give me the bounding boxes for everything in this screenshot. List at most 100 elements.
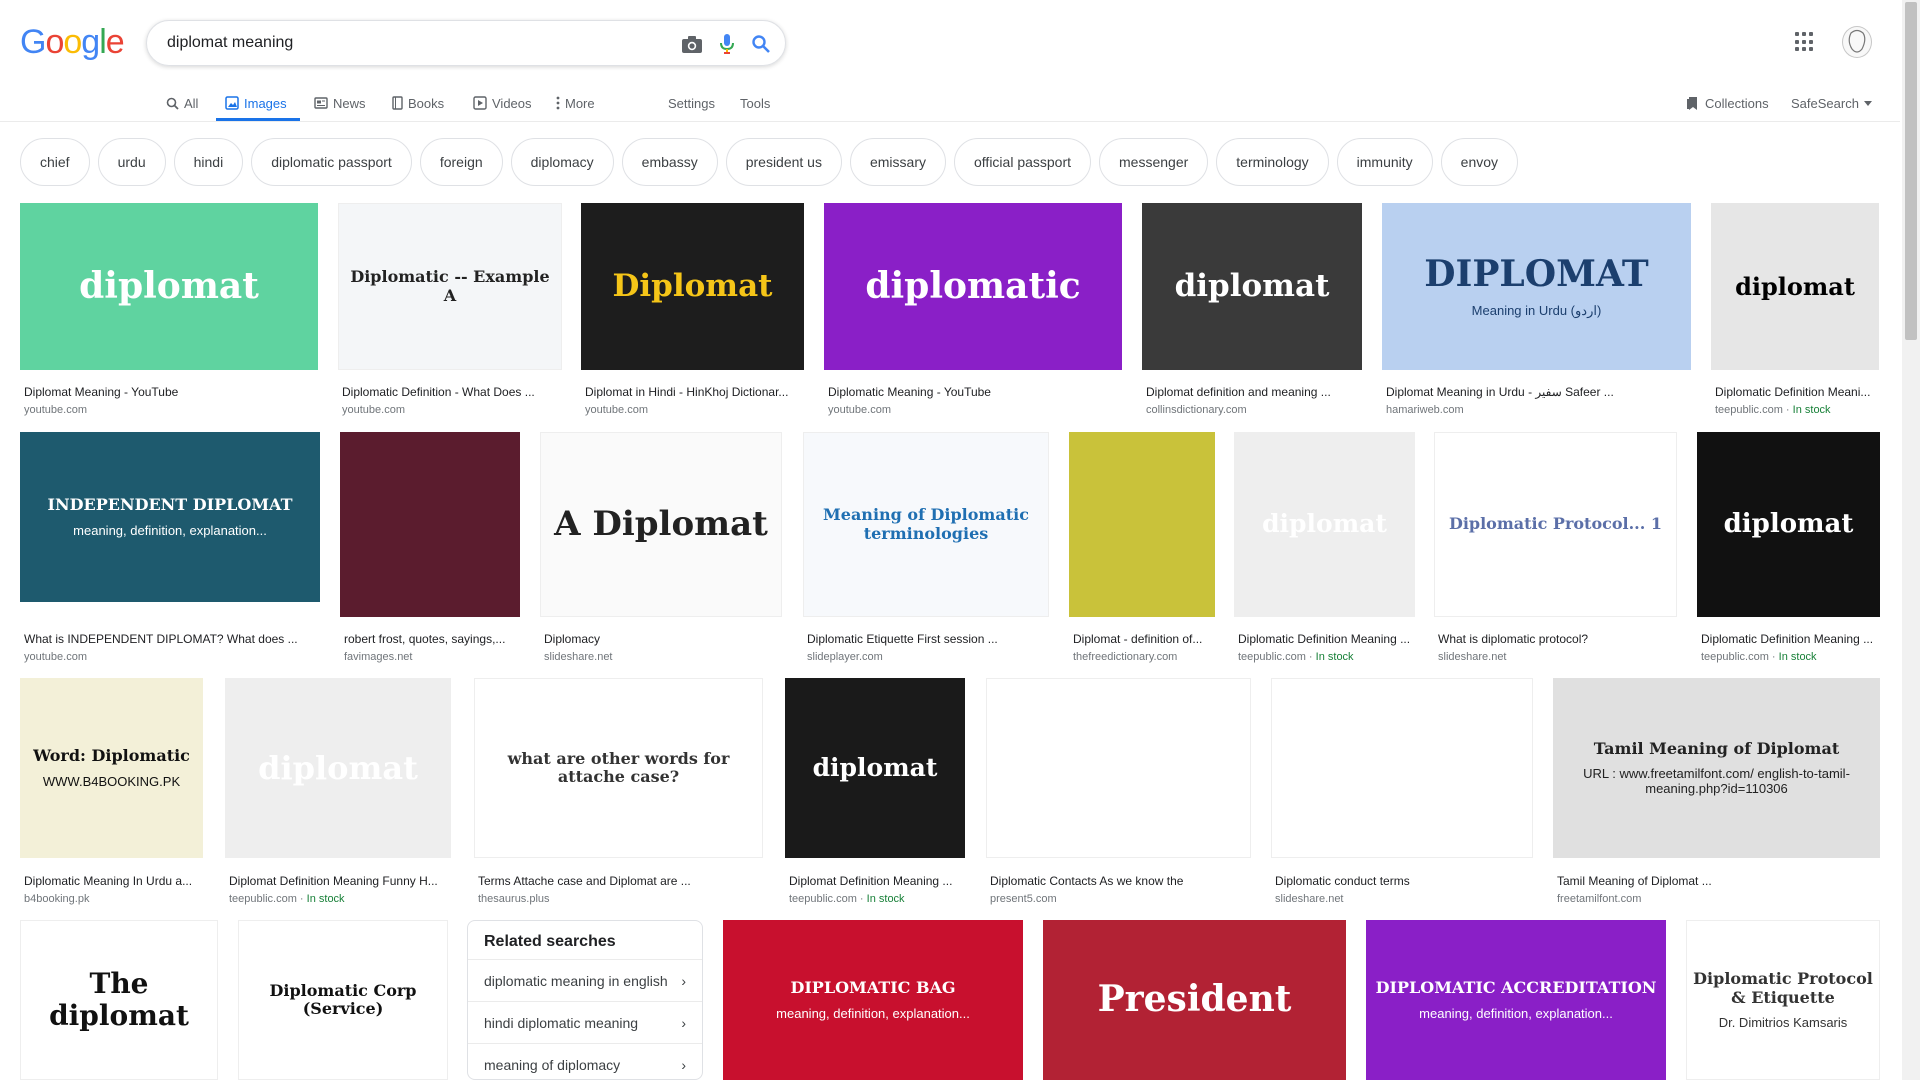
image-result[interactable]: diplomat Diplomat Definition Meaning Funn… [225,678,451,905]
image-result[interactable]: diplomat Diplomatic Definition Meaning ..… [1234,432,1415,663]
tab-images[interactable]: Images [225,90,287,116]
image-result[interactable]: President [1043,920,1346,1080]
chip[interactable]: president us [725,138,842,186]
image-result[interactable]: diplomat Diplomat Meaning - YouTube youtub… [20,203,318,416]
microphone-icon[interactable] [719,33,735,55]
tab-books[interactable]: Books [392,90,444,116]
image-thumbnail[interactable]: diplomat [20,203,318,370]
image-result[interactable]: Tamil Meaning of Diplomat URL : www.freet… [1553,678,1880,905]
avatar[interactable] [1842,26,1872,58]
image-thumbnail[interactable]: diplomat [1711,203,1879,370]
image-caption[interactable]: Diplomatic Meaning - YouTube [828,385,1122,399]
image-thumbnail[interactable]: diplomat [1234,432,1415,617]
image-caption[interactable]: Terms Attache case and Diplomat are ... [478,874,763,888]
image-thumbnail[interactable]: DIPLOMATIC ACCREDITATION meaning, definit… [1366,920,1666,1080]
image-thumbnail[interactable]: Word: Diplomatic WWW.B4BOOKING.PK [20,678,203,858]
image-caption[interactable]: robert frost, quotes, sayings,... [344,632,520,646]
chip[interactable]: envoy [1440,138,1519,186]
image-thumbnail[interactable]: Diplomatic Protocol & Etiquette Dr. Dimit… [1686,920,1880,1080]
image-caption[interactable]: Diplomat Definition Meaning ... [789,874,965,888]
image-result[interactable]: diplomat Diplomat Definition Meaning ... t… [785,678,965,905]
tab-all[interactable]: All [166,90,198,116]
image-thumbnail[interactable]: Diplomatic Protocol... 1 [1434,432,1677,617]
image-thumbnail[interactable]: what are other words for attache case? [474,678,763,858]
image-caption[interactable]: Diplomatic Definition Meani... [1715,385,1879,399]
image-thumbnail[interactable] [1271,678,1533,858]
image-caption[interactable]: What is INDEPENDENT DIPLOMAT? What does … [24,632,320,646]
image-caption[interactable]: Diplomat - definition of... [1073,632,1215,646]
image-result[interactable]: diplomat Diplomat definition and meaning … [1142,203,1362,416]
image-result[interactable]: diplomat Diplomatic Definition Meaning ..… [1697,432,1880,663]
chip[interactable]: diplomacy [510,138,614,186]
image-result[interactable]: Diplomatic Protocol & Etiquette Dr. Dimit… [1686,920,1880,1080]
image-caption[interactable]: Diplomat Definition Meaning Funny H... [229,874,451,888]
image-thumbnail[interactable]: DIPLOMATIC BAG meaning, definition, expla… [723,920,1023,1080]
image-result[interactable]: A Diplomat Diplomacy slideshare.net [540,432,782,663]
settings-link[interactable]: Settings [668,90,715,116]
image-thumbnail[interactable]: INDEPENDENT DIPLOMAT meaning, definition,… [20,432,320,602]
image-caption[interactable]: Diplomat in Hindi - HinKhoj Dictionar... [585,385,804,399]
search-input[interactable]: diplomat meaning [167,34,293,52]
image-caption[interactable]: Diplomat definition and meaning ... [1146,385,1362,399]
collections-link[interactable]: Collections [1686,90,1769,116]
image-result[interactable]: The diplomat [20,920,218,1080]
chip[interactable]: foreign [419,138,503,186]
image-result[interactable]: what are other words for attache case? Te… [474,678,763,905]
image-result[interactable]: diplomat Diplomatic Definition Meani... te… [1711,203,1879,416]
scrollbar-thumb[interactable] [1905,2,1917,340]
google-logo[interactable]: Google [20,24,125,60]
image-caption[interactable]: What is diplomatic protocol? [1438,632,1677,646]
image-thumbnail[interactable]: Diplomatic -- Example A [338,203,562,370]
safesearch-menu[interactable]: SafeSearch [1791,90,1872,116]
chip[interactable]: immunity [1336,138,1433,186]
image-thumbnail[interactable]: A Diplomat [540,432,782,617]
image-thumbnail[interactable]: The diplomat [20,920,218,1080]
image-thumbnail[interactable]: Tamil Meaning of Diplomat URL : www.freet… [1553,678,1880,858]
image-thumbnail[interactable]: President [1043,920,1346,1080]
chip[interactable]: diplomatic passport [251,138,412,186]
image-caption[interactable]: Diplomatic Etiquette First session ... [807,632,1049,646]
image-thumbnail[interactable]: diplomatic [824,203,1122,370]
apps-grid-icon[interactable] [1795,32,1815,52]
image-caption[interactable]: Diplomat Meaning - YouTube [24,385,318,399]
image-caption[interactable]: Diplomatic Definition Meaning ... [1701,632,1880,646]
image-result[interactable]: DIPLOMATIC ACCREDITATION meaning, definit… [1366,920,1666,1080]
search-box[interactable]: diplomat meaning [146,20,786,66]
image-thumbnail[interactable]: Diplomat [581,203,804,370]
image-caption[interactable]: Diplomatic Contacts As we know the [990,874,1251,888]
related-search-item[interactable]: diplomatic meaning in english › [468,959,702,1001]
image-result[interactable]: INDEPENDENT DIPLOMAT meaning, definition,… [20,432,320,663]
image-result[interactable]: Diplomatic Corp (Service) [238,920,448,1080]
image-caption[interactable]: Diplomatic Definition Meaning ... [1238,632,1415,646]
image-caption[interactable]: Diplomatic Definition - What Does ... [342,385,562,399]
camera-icon[interactable] [681,34,703,54]
tab-news[interactable]: News [314,90,366,116]
image-caption[interactable]: Tamil Meaning of Diplomat ... [1557,874,1880,888]
tools-link[interactable]: Tools [740,90,770,116]
image-result[interactable]: Word: Diplomatic WWW.B4BOOKING.PK Diplomat… [20,678,203,905]
image-result[interactable]: Diplomatic Contacts As we know the presen… [986,678,1251,905]
image-thumbnail[interactable] [340,432,520,617]
image-caption[interactable]: Diplomatic conduct terms [1275,874,1533,888]
chip[interactable]: emissary [849,138,946,186]
image-thumbnail[interactable]: Diplomatic Corp (Service) [238,920,448,1080]
image-thumbnail[interactable]: diplomat [225,678,451,858]
image-thumbnail[interactable] [1069,432,1215,617]
chip[interactable]: embassy [621,138,718,186]
image-thumbnail[interactable] [986,678,1251,858]
image-thumbnail[interactable]: Meaning of Diplomatic terminologies [803,432,1049,617]
image-result[interactable]: DIPLOMATIC BAG meaning, definition, expla… [723,920,1023,1080]
image-caption[interactable]: Diplomatic Meaning In Urdu a... [24,874,203,888]
image-result[interactable]: Diplomatic conduct terms slideshare.net [1271,678,1533,905]
image-result[interactable]: diplomatic Diplomatic Meaning - YouTube yo… [824,203,1122,416]
image-result[interactable]: Diplomat - definition of... thefreedictio… [1069,432,1215,663]
image-thumbnail[interactable]: diplomat [1142,203,1362,370]
image-result[interactable]: Diplomatic Protocol... 1 What is diplomat… [1434,432,1677,663]
search-icon[interactable] [751,34,771,54]
related-search-item[interactable]: hindi diplomatic meaning › [468,1001,702,1043]
tab-videos[interactable]: Videos [473,90,532,116]
chip[interactable]: chief [20,138,90,186]
chip[interactable]: urdu [97,138,166,186]
tab-more[interactable]: More [556,90,595,116]
image-result[interactable]: DIPLOMAT Meaning in Urdu (اردو) Diplomat M… [1382,203,1691,416]
